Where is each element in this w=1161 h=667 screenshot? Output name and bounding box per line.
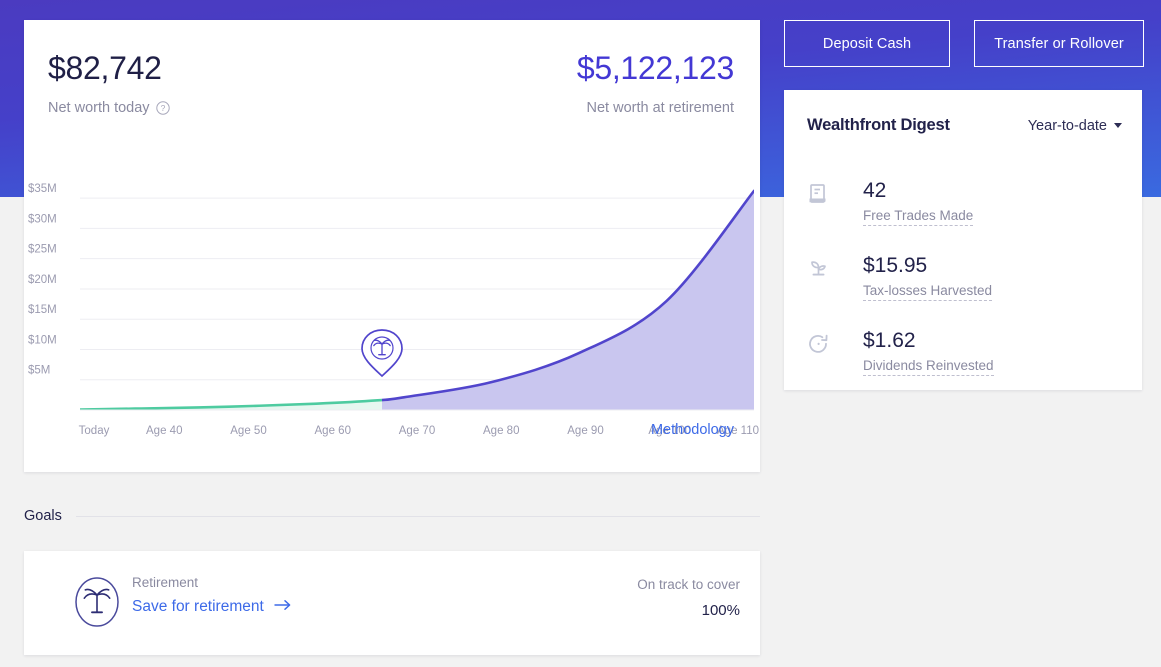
goal-status-label: On track to cover (637, 577, 740, 592)
svg-text:Age 50: Age 50 (230, 425, 266, 437)
digest-item-free-trades: 42 Free Trades Made (807, 179, 1122, 255)
svg-text:$15M: $15M (28, 304, 57, 316)
chevron-down-icon (1114, 123, 1122, 128)
digest-item-dividends-reinvested: $1.62 Dividends Reinvested (807, 329, 1122, 405)
net-worth-retirement-label: Net worth at retirement (586, 100, 734, 116)
palm-tree-circle-icon (73, 576, 121, 628)
digest-caption[interactable]: Dividends Reinvested (863, 358, 994, 376)
digest-period-label: Year-to-date (1027, 117, 1107, 134)
document-icon (807, 182, 831, 206)
digest-metrics-list: 42 Free Trades Made $15.95 Tax-losses Ha… (807, 179, 1122, 405)
methodology-link[interactable]: Methodology (651, 422, 734, 438)
goals-divider (75, 515, 760, 517)
goal-card-retirement[interactable]: Retirement Save for retirement On track … (24, 551, 760, 655)
goals-section-header: Goals (24, 508, 760, 524)
net-worth-card: $82,742 Net worth today ? $5,122,123 Net… (24, 20, 760, 472)
goal-kind-label: Retirement (132, 575, 199, 590)
svg-text:$5M: $5M (28, 365, 50, 377)
account-actions: Deposit Cash Transfer or Rollover (784, 20, 1144, 67)
sprout-icon (807, 257, 831, 281)
digest-value: $1.62 (863, 329, 916, 352)
svg-text:Age 90: Age 90 (567, 425, 603, 437)
goal-text-block: Retirement Save for retirement (132, 575, 292, 616)
chart-y-tick-labels: $5M $10M $15M $20M $25M $30M $35M (28, 183, 57, 377)
net-worth-today-block: $82,742 Net worth today ? (48, 52, 170, 116)
digest-header: Wealthfront Digest Year-to-date (807, 116, 1122, 135)
goal-status-value: 100% (701, 602, 740, 619)
arrow-right-icon (274, 598, 292, 616)
digest-caption[interactable]: Free Trades Made (863, 208, 974, 226)
svg-text:Age 60: Age 60 (315, 425, 351, 437)
net-worth-projection-chart[interactable]: $5M $10M $15M $20M $25M $30M $35M Today Age 40 A… (24, 170, 760, 450)
svg-text:Age 70: Age 70 (399, 425, 435, 437)
digest-item-tax-loss-harvesting: $15.95 Tax-losses Harvested (807, 254, 1122, 330)
deposit-cash-button[interactable]: Deposit Cash (784, 20, 950, 67)
digest-period-dropdown[interactable]: Year-to-date (1028, 118, 1122, 134)
palm-tree-pin-icon[interactable] (361, 329, 403, 378)
digest-value: 42 (863, 179, 887, 202)
wealthfront-digest-card: Wealthfront Digest Year-to-date 42 Free … (784, 90, 1142, 390)
goal-link-label: Save for retirement (132, 598, 264, 615)
question-circle-icon[interactable]: ? (155, 101, 170, 115)
svg-text:Age 80: Age 80 (483, 425, 519, 437)
svg-text:?: ? (160, 103, 165, 113)
net-worth-retirement-amount: $5,122,123 (576, 50, 734, 86)
digest-title: Wealthfront Digest (807, 116, 950, 134)
refresh-circle-icon (807, 332, 831, 356)
net-worth-summary-row: $82,742 Net worth today ? $5,122,123 Net… (24, 20, 760, 140)
svg-text:Today: Today (79, 425, 110, 437)
svg-text:$30M: $30M (28, 213, 57, 225)
svg-text:$35M: $35M (28, 183, 57, 195)
chart-area-projection (382, 190, 754, 410)
net-worth-today-label-text: Net worth today (48, 100, 150, 116)
svg-text:Age 40: Age 40 (146, 425, 182, 437)
svg-text:$25M: $25M (28, 244, 57, 256)
net-worth-today-amount: $82,742 (48, 50, 162, 86)
net-worth-today-label: Net worth today ? (48, 100, 170, 116)
net-worth-retirement-block: $5,122,123 Net worth at retirement (577, 52, 734, 116)
chart-svg: $5M $10M $15M $20M $25M $30M $35M Today Age 40 A… (28, 183, 759, 437)
svg-text:$10M: $10M (28, 334, 57, 346)
goal-link[interactable]: Save for retirement (132, 598, 292, 616)
transfer-or-rollover-button[interactable]: Transfer or Rollover (974, 20, 1144, 67)
page-root: $82,742 Net worth today ? $5,122,123 Net… (0, 0, 1161, 667)
goals-section-title: Goals (24, 508, 62, 524)
svg-text:$20M: $20M (28, 274, 57, 286)
digest-caption[interactable]: Tax-losses Harvested (863, 283, 993, 301)
goal-status-block: On track to cover 100% (637, 577, 740, 619)
digest-value: $15.95 (863, 254, 928, 277)
